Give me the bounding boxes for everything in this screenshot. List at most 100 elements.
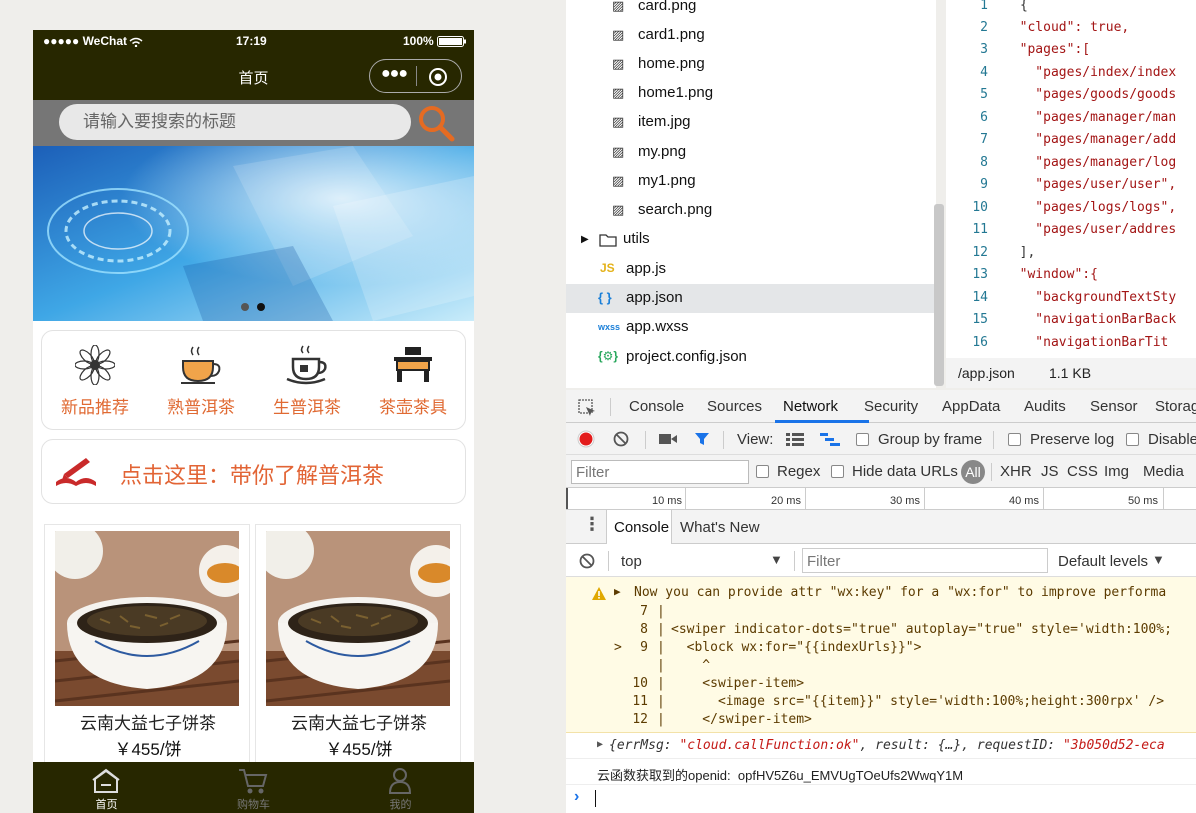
waterfall-view-icon[interactable] bbox=[820, 433, 840, 447]
list-view-icon[interactable] bbox=[786, 433, 804, 447]
tab-home[interactable]: 首页 bbox=[33, 762, 180, 813]
product-card[interactable]: 云南大益七子饼茶 ￥455/饼 bbox=[255, 524, 461, 764]
chevron-down-icon: ▼ bbox=[770, 552, 783, 567]
code-line: "window":{ bbox=[1004, 267, 1098, 282]
expand-triangle-icon[interactable]: ▶ bbox=[597, 739, 603, 750]
product-name: 云南大益七子饼茶 bbox=[80, 714, 216, 733]
tab-sources[interactable]: Sources bbox=[707, 398, 762, 415]
tab-label: 我的 bbox=[389, 799, 412, 811]
console-filter-input[interactable]: Filter bbox=[802, 548, 1048, 573]
file-item[interactable]: ▨ home.png bbox=[566, 50, 936, 79]
filter-icon[interactable] bbox=[694, 431, 710, 447]
file-item[interactable]: ▨ item.jpg bbox=[566, 108, 936, 137]
promo-banner[interactable]: 点击这里：带你了解普洱茶 bbox=[41, 439, 466, 504]
file-name: app.js bbox=[626, 260, 667, 277]
close-miniprogram-icon[interactable] bbox=[428, 67, 448, 87]
search-icon[interactable] bbox=[417, 104, 455, 142]
category-teaware[interactable]: 茶壶茶具 bbox=[360, 331, 466, 431]
tab-audits[interactable]: Audits bbox=[1024, 398, 1066, 415]
tab-cart[interactable]: 购物车 bbox=[180, 762, 327, 813]
preserve-log-checkbox[interactable] bbox=[1008, 433, 1021, 446]
drawer-tab-console[interactable]: Console bbox=[606, 510, 672, 544]
file-name: card.png bbox=[638, 0, 697, 14]
tab-profile[interactable]: 我的 bbox=[327, 762, 474, 813]
tab-sensor[interactable]: Sensor bbox=[1090, 398, 1138, 415]
file-name: home.png bbox=[638, 55, 705, 72]
category-ripe[interactable]: 熟普洱茶 bbox=[148, 331, 254, 431]
file-item[interactable]: JS app.js bbox=[566, 255, 936, 284]
console-log-openid: 云函数获取到的openid: opfHV5Z6u_EMVUgTOeUfs2Wwq… bbox=[566, 759, 1196, 785]
line-number: 14 bbox=[972, 290, 988, 305]
tea-bowl-image bbox=[55, 531, 239, 706]
type-filter-all[interactable]: All bbox=[961, 460, 985, 484]
file-item[interactable]: wxss app.wxss bbox=[566, 313, 936, 342]
more-icon[interactable]: ●●● bbox=[380, 65, 408, 83]
clear-console-icon[interactable] bbox=[579, 553, 595, 569]
timeline-gridline bbox=[1043, 488, 1044, 509]
group-by-frame-label: Group by frame bbox=[878, 431, 983, 448]
tab-storage[interactable]: Storag bbox=[1155, 398, 1196, 415]
clear-icon[interactable] bbox=[613, 431, 629, 447]
capsule-button: ●●● bbox=[369, 59, 462, 93]
disable-cache-checkbox[interactable] bbox=[1126, 433, 1139, 446]
code-editor[interactable]: 1 { 2 "cloud": true, 3 "pages":[ 4 "pages… bbox=[946, 0, 1196, 358]
file-item[interactable]: ▨ my1.png bbox=[566, 167, 936, 196]
drawer-menu-icon[interactable]: ⋮ bbox=[583, 514, 601, 534]
file-item[interactable]: ▨ card.png bbox=[566, 0, 936, 21]
file-item[interactable]: ▨ card1.png bbox=[566, 21, 936, 50]
network-toolbar: View: Group by frame Preserve log Disabl… bbox=[566, 423, 1196, 455]
caret-right-icon[interactable]: ▶ bbox=[581, 234, 589, 245]
tab-security[interactable]: Security bbox=[864, 398, 918, 415]
view-label: View: bbox=[737, 431, 774, 448]
file-item[interactable]: {⚙} project.config.json bbox=[566, 343, 936, 372]
category-raw[interactable]: 生普洱茶 bbox=[254, 331, 360, 431]
category-label: 新品推荐 bbox=[61, 398, 129, 417]
banner-swiper[interactable] bbox=[33, 146, 474, 321]
code-line: "backgroundTextSty bbox=[1004, 290, 1177, 305]
search-row: 请输入要搜索的标题 bbox=[33, 100, 474, 146]
type-filter-xhr[interactable]: XHR bbox=[1000, 463, 1032, 480]
expand-triangle-icon[interactable]: ▶ bbox=[614, 585, 621, 598]
file-name: my1.png bbox=[638, 172, 696, 189]
console-prompt[interactable]: › bbox=[566, 785, 1196, 813]
type-filter-css[interactable]: CSS bbox=[1067, 463, 1098, 480]
console-log-object[interactable]: ▶ {errMsg: "cloud.callFunction:ok", resu… bbox=[566, 733, 1196, 759]
inspect-element-icon[interactable] bbox=[578, 399, 596, 417]
code-snippet-line: <swiper indicator-dots="true" autoplay="… bbox=[671, 622, 1172, 637]
folder-icon bbox=[599, 234, 617, 247]
type-filter-img[interactable]: Img bbox=[1104, 463, 1129, 480]
file-name: home1.png bbox=[638, 84, 714, 101]
line-number: 6 bbox=[980, 110, 988, 125]
file-item[interactable]: ▨ home1.png bbox=[566, 79, 936, 108]
tab-console[interactable]: Console bbox=[629, 398, 684, 415]
search-input[interactable]: 请输入要搜索的标题 bbox=[59, 104, 411, 140]
context-selector[interactable]: top ▼ bbox=[616, 548, 791, 574]
code-line: "pages/user/addres bbox=[1004, 222, 1177, 237]
type-filter-js[interactable]: JS bbox=[1041, 463, 1059, 480]
file-tree-scrollbar[interactable] bbox=[934, 204, 944, 386]
type-filter-media[interactable]: Media bbox=[1143, 463, 1184, 480]
drawer-tab-whats-new[interactable]: What's New bbox=[680, 519, 760, 536]
tab-appdata[interactable]: AppData bbox=[942, 398, 1000, 415]
file-item[interactable]: ▨ search.png bbox=[566, 196, 936, 225]
folder-item[interactable]: ▶ utils bbox=[566, 225, 936, 254]
tab-network[interactable]: Network bbox=[783, 398, 838, 415]
group-by-frame-checkbox[interactable] bbox=[856, 433, 869, 446]
hide-data-urls-checkbox[interactable] bbox=[831, 465, 844, 478]
video-camera-icon[interactable] bbox=[659, 433, 677, 445]
home-icon bbox=[92, 768, 120, 793]
file-item[interactable]: ▨ my.png bbox=[566, 138, 936, 167]
category-new[interactable]: 新品推荐 bbox=[42, 331, 148, 431]
log-levels-dropdown[interactable]: Default levels ▼ bbox=[1056, 548, 1196, 574]
file-item-selected[interactable]: { } app.json bbox=[566, 284, 936, 313]
product-card[interactable]: 云南大益七子饼茶 ￥455/饼 bbox=[44, 524, 250, 764]
console-warning-message[interactable]: ▶ Now you can provide attr "wx:key" for … bbox=[566, 577, 1196, 733]
drawer-tabbar: ⋮ Console What's New bbox=[566, 510, 1196, 544]
file-name: app.wxss bbox=[626, 318, 689, 335]
file-name: app.json bbox=[626, 289, 683, 306]
network-filter-input[interactable]: Filter bbox=[571, 460, 749, 484]
record-icon[interactable] bbox=[577, 430, 595, 448]
image-file-icon: ▨ bbox=[612, 27, 625, 42]
regex-checkbox[interactable] bbox=[756, 465, 769, 478]
network-timeline[interactable]: 10 ms 20 ms 30 ms 40 ms 50 ms bbox=[566, 488, 1196, 510]
